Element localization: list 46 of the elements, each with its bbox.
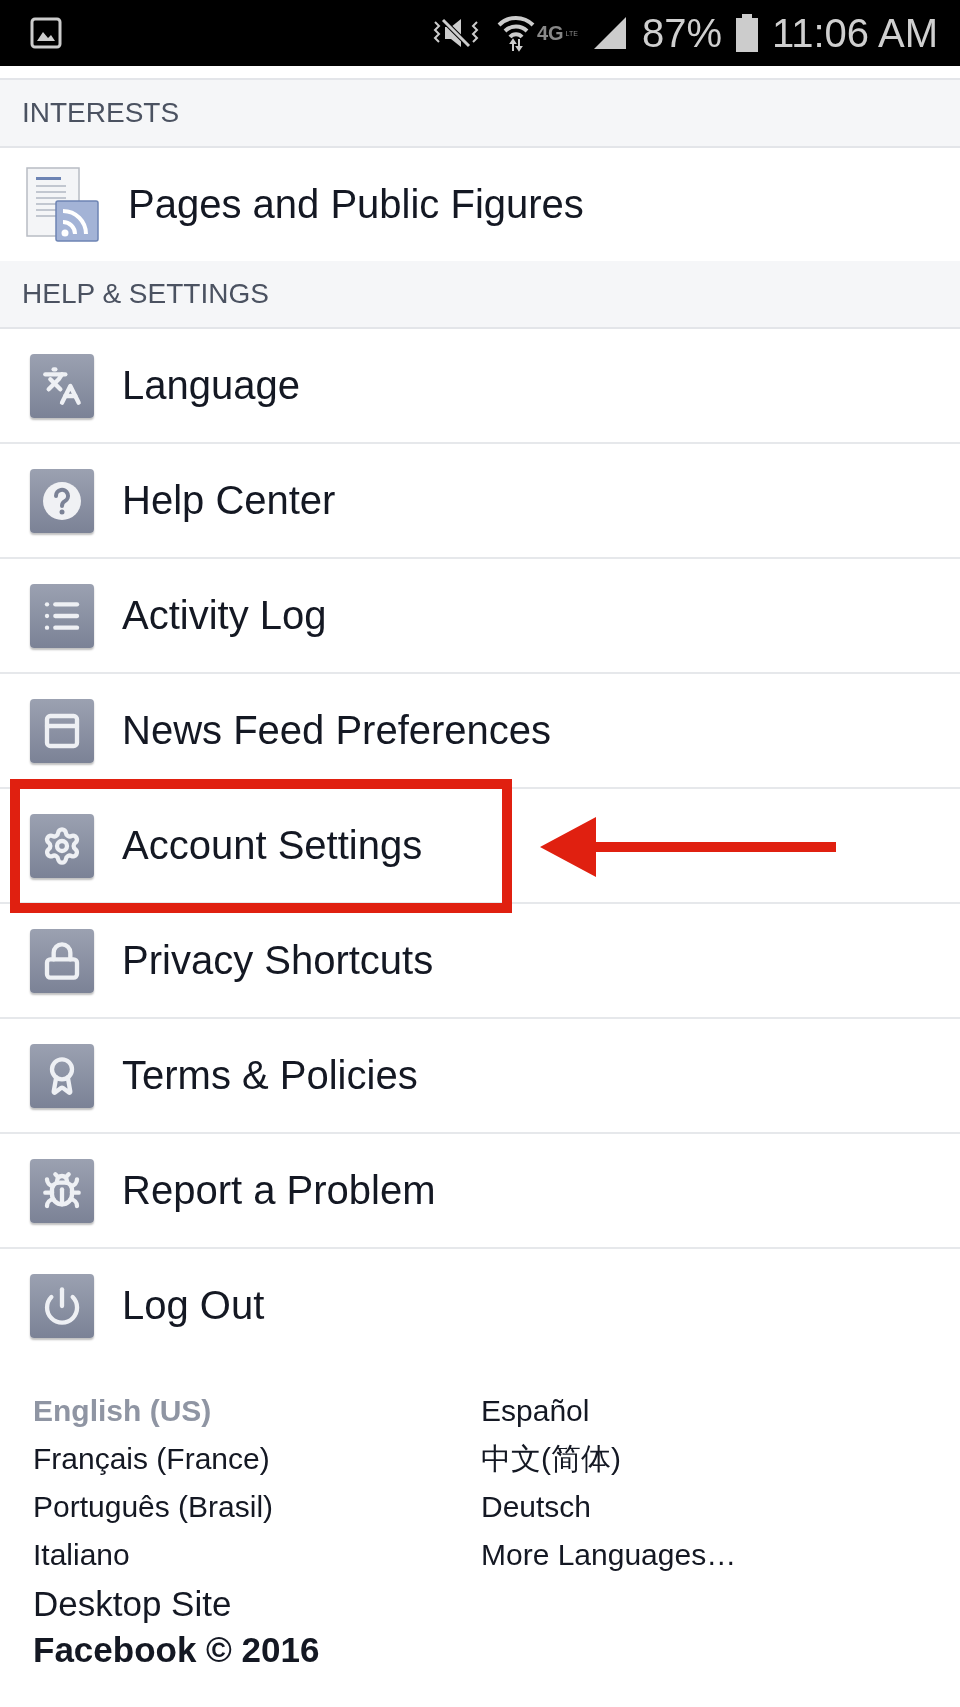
language-link[interactable]: 中文(简体)	[481, 1442, 621, 1475]
document-rss-icon	[26, 166, 100, 243]
language-link[interactable]: Português (Brasil)	[33, 1490, 274, 1523]
menu-item-label: Account Settings	[122, 823, 423, 868]
battery-icon	[735, 14, 758, 52]
network-type: 4G	[536, 21, 564, 45]
battery-percent: 87%	[641, 10, 722, 56]
menu-item-label: Privacy Shortcuts	[122, 938, 434, 983]
menu-item[interactable]: Pages and Public Figures	[0, 148, 960, 261]
menu-item-label: Report a Problem	[122, 1168, 436, 1213]
menu-item[interactable]: Help Center	[0, 444, 960, 559]
power-icon	[30, 1273, 94, 1338]
award-icon	[30, 1043, 94, 1108]
copyright: Facebook © 2016	[33, 1629, 321, 1671]
translate-icon	[30, 353, 94, 418]
help-icon	[30, 468, 94, 533]
menu-item[interactable]: Privacy Shortcuts	[0, 904, 960, 1019]
window-icon	[30, 698, 94, 763]
menu-item[interactable]: Log Out	[0, 1249, 960, 1362]
lock-icon	[30, 928, 94, 993]
wifi-icon	[496, 13, 535, 53]
menu-item-label: Log Out	[122, 1283, 265, 1328]
language-link[interactable]: More Languages…	[481, 1538, 737, 1571]
section-header: HELP & SETTINGS	[0, 261, 960, 329]
menu-item-label: Terms & Policies	[122, 1053, 418, 1098]
desktop-site-link[interactable]: Desktop Site	[33, 1582, 960, 1626]
menu-item-label: Language	[122, 363, 300, 408]
language-link[interactable]: Español	[481, 1394, 590, 1427]
language-link[interactable]: Italiano	[33, 1538, 130, 1571]
list-icon	[30, 583, 94, 648]
menu-item[interactable]: Language	[0, 329, 960, 444]
picture-icon	[30, 17, 62, 49]
section-header: INTERESTS	[0, 80, 960, 148]
menu-item[interactable]: Report a Problem	[0, 1134, 960, 1249]
menu-item[interactable]: Activity Log	[0, 559, 960, 674]
menu-item-label: Help Center	[122, 478, 336, 523]
language-link[interactable]: Deutsch	[481, 1490, 592, 1523]
settings-icon	[30, 813, 94, 878]
bug-icon	[30, 1158, 94, 1223]
language-link[interactable]: Français (France)	[33, 1442, 270, 1475]
menu-item-label: Pages and Public Figures	[128, 182, 584, 227]
menu-item[interactable]: News Feed Preferences	[0, 674, 960, 789]
clock: 11:06 AM	[771, 10, 938, 56]
menu-item-label: News Feed Preferences	[122, 708, 552, 753]
menu-item-label: Activity Log	[122, 593, 327, 638]
menu-item[interactable]: Terms & Policies	[0, 1019, 960, 1134]
